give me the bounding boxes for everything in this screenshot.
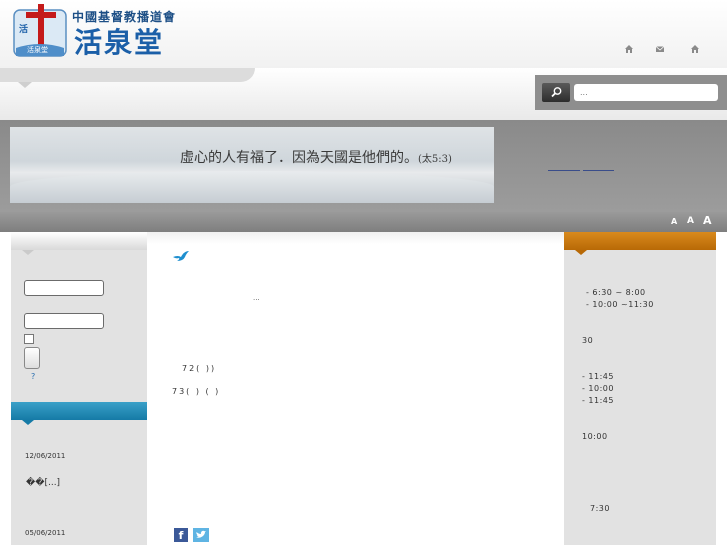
main-content-header [147, 232, 564, 244]
search-button[interactable] [542, 83, 570, 102]
service-time: 7:30 [590, 504, 610, 513]
home-icon[interactable] [624, 44, 634, 54]
home-icon[interactable] [690, 44, 700, 54]
schedule-panel-header [564, 232, 716, 250]
verse-reference: (太5:3) [418, 154, 452, 165]
font-size-small[interactable]: A [671, 217, 677, 226]
twitter-icon[interactable] [193, 528, 209, 542]
service-time: - 10:00 ~11:30 [586, 300, 654, 309]
church-name-title[interactable]: 活泉堂 [74, 21, 164, 61]
search-icon [551, 87, 562, 98]
font-size-medium[interactable]: A [687, 216, 694, 226]
service-time: - 11:45 [582, 372, 614, 381]
banner-link[interactable] [583, 170, 614, 171]
login-panel-header [11, 232, 147, 250]
service-time: - 11:45 [582, 396, 614, 405]
banner-verse: 虛心的人有福了．因為天國是他們的。(太5:3) [180, 147, 452, 167]
post-date: 05/06/2011 [25, 529, 66, 537]
church-logo[interactable]: 活 活泉堂 [12, 4, 68, 60]
login-button[interactable] [24, 347, 40, 369]
schedule-panel-notch [575, 250, 587, 255]
post-excerpt[interactable]: ��[...] [26, 478, 60, 488]
mail-icon[interactable] [655, 44, 665, 54]
left-sidebar [11, 232, 147, 545]
facebook-icon[interactable]: f [174, 528, 188, 542]
post-date: 12/06/2011 [25, 452, 66, 460]
service-time: - 10:00 [582, 384, 614, 393]
forgot-password-link[interactable]: ? [31, 372, 35, 381]
remember-me-checkbox[interactable] [24, 334, 34, 344]
svg-text:活泉堂: 活泉堂 [27, 45, 48, 54]
service-time: 10:00 [582, 432, 608, 441]
nav-tab-curve [0, 68, 255, 82]
content-line: 72( )) [182, 364, 217, 373]
content-line: 73( ) ( ) [172, 387, 221, 396]
login-panel-notch [22, 250, 34, 255]
banner-link[interactable] [548, 170, 580, 171]
username-field[interactable] [24, 280, 104, 296]
font-size-bar [0, 212, 727, 232]
banner-cloud [10, 171, 494, 203]
service-count: 30 [582, 336, 594, 345]
password-field[interactable] [24, 313, 104, 329]
nav-notch [18, 82, 32, 88]
search-input[interactable] [574, 84, 718, 101]
svg-text:活: 活 [19, 23, 28, 35]
content-ellipsis: ... [253, 294, 260, 302]
service-time: - 6:30 ~ 8:00 [586, 288, 646, 297]
news-panel-notch [22, 420, 34, 425]
dove-icon [173, 251, 189, 261]
font-size-large[interactable]: A [703, 214, 712, 227]
verse-text: 虛心的人有福了．因為天國是他們的。 [180, 150, 418, 166]
news-panel-header [11, 402, 147, 420]
